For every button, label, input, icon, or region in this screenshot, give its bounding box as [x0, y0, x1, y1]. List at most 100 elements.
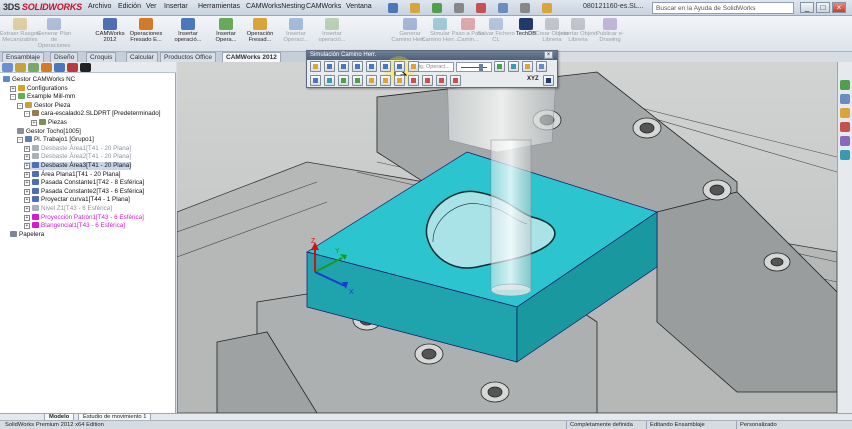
help-search-input[interactable]: Buscar en la Ayuda de SolidWorks — [652, 2, 794, 14]
cmd-operaci-n-fresad[interactable]: Operación Fresad... — [240, 18, 280, 52]
quick-access-icon[interactable] — [476, 3, 486, 13]
sim-display-button[interactable] — [338, 75, 349, 86]
cam-operation-tree-icon[interactable] — [67, 63, 78, 72]
sim-display-button[interactable] — [324, 75, 335, 86]
sim-view-button[interactable] — [494, 61, 505, 72]
tree-item[interactable]: + Proyectar curva1[T44 - 1 Plana] — [24, 196, 130, 204]
tree-item[interactable]: + Piezas — [31, 119, 67, 127]
tree-item[interactable]: - cara-escalado2.SLDPRT [Predeterminado] — [24, 110, 160, 118]
tree-item[interactable]: - Pl. Trabajo1 [Grupo1] — [17, 136, 94, 144]
tree-item[interactable]: + Blangencial1[T43 - 6 Esférica] — [24, 222, 125, 230]
sim-display-button[interactable] — [422, 75, 433, 86]
sim-view-button[interactable] — [536, 61, 547, 72]
configuration-manager-icon[interactable] — [28, 63, 39, 72]
quick-access-icon[interactable] — [520, 3, 530, 13]
quick-access-icon[interactable] — [498, 3, 508, 13]
sim-control-button[interactable] — [310, 61, 321, 72]
quick-access-icon[interactable] — [410, 3, 420, 13]
sim-view-button[interactable] — [543, 75, 554, 86]
sim-control-button[interactable] — [338, 61, 349, 72]
expand-icon[interactable]: + — [24, 223, 30, 230]
tree-item[interactable]: Papelera — [10, 230, 44, 239]
tree-item[interactable]: + Configurations — [10, 84, 68, 93]
tree-item[interactable]: - Gestor Pieza — [17, 101, 70, 110]
expand-icon[interactable]: + — [24, 154, 30, 161]
tree-item[interactable]: + Pasada Constante2[T43 - 6 Esférica] — [24, 187, 144, 196]
minimize-button[interactable]: _ — [800, 2, 814, 13]
tab-ensamblaje[interactable]: Ensamblaje — [2, 52, 44, 62]
sim-display-button[interactable] — [394, 75, 405, 86]
tree-item[interactable]: + Desbaste Área2[T41 - 20 Plana] — [24, 153, 131, 161]
app-logo[interactable]: 3DS SOLIDWORKS — [3, 2, 82, 14]
sim-control-button[interactable] — [352, 61, 363, 72]
menu-ver[interactable]: Ver — [146, 3, 157, 10]
nc-tree-icon[interactable] — [80, 63, 91, 72]
quick-access-icon[interactable] — [432, 3, 442, 13]
quick-access-icon[interactable] — [454, 3, 464, 13]
sim-view-button[interactable] — [508, 61, 519, 72]
tree-item[interactable]: + Nivel Z1[T43 - 6 Esférica] — [24, 205, 112, 213]
sim-display-button[interactable] — [436, 75, 447, 86]
sim-display-button[interactable] — [366, 75, 377, 86]
menu-insertar[interactable]: Insertar — [164, 3, 188, 10]
sim-close-button[interactable]: × — [544, 51, 553, 59]
expand-icon[interactable]: + — [24, 145, 30, 152]
tab-productos-office[interactable]: Productos Office — [160, 52, 216, 62]
maximize-button[interactable]: □ — [816, 2, 830, 13]
tab-dise-o[interactable]: Diseño — [50, 52, 79, 62]
sim-display-button[interactable] — [450, 75, 461, 86]
expand-icon[interactable]: + — [24, 197, 30, 204]
expand-icon[interactable]: + — [24, 171, 30, 178]
view-palette-icon[interactable] — [840, 136, 850, 146]
expand-icon[interactable]: + — [10, 85, 16, 92]
menu-camworksnesting[interactable]: CAMWorksNesting — [246, 3, 305, 10]
menu-herramientas[interactable]: Herramientas — [198, 3, 240, 10]
tree-item[interactable]: + Desbaste Área1[T41 - 20 Plana] — [24, 144, 131, 153]
sim-speed-slider[interactable] — [456, 62, 492, 72]
menu-edici-n[interactable]: Edición — [118, 3, 141, 10]
tree-item[interactable]: + Área Plana1[T41 - 20 Plana] — [24, 170, 120, 179]
tree-item[interactable]: Gestor Tocho[1005] — [17, 127, 81, 136]
feature-manager-icon[interactable] — [2, 63, 13, 72]
sim-control-button[interactable] — [380, 61, 391, 72]
design-library-icon[interactable] — [840, 94, 850, 104]
quick-access-icon[interactable] — [388, 3, 398, 13]
cmd-insertar-operaci[interactable]: Insertar Operaci... — [276, 18, 316, 52]
collapse-icon[interactable]: - — [17, 137, 23, 144]
sim-display-button[interactable] — [310, 75, 321, 86]
tree-item[interactable]: + Desbaste Área3[T41 - 20 Plana] — [24, 162, 131, 170]
expand-icon[interactable]: + — [31, 120, 37, 126]
resources-icon[interactable] — [840, 80, 850, 90]
appearances-icon[interactable] — [840, 150, 850, 160]
tab-calcular[interactable]: Calcular — [126, 52, 158, 62]
expand-icon[interactable]: + — [24, 163, 30, 169]
close-button[interactable]: × — [832, 2, 846, 13]
sim-control-button[interactable] — [324, 61, 335, 72]
file-explorer-icon[interactable] — [840, 108, 850, 118]
tree-item[interactable]: + Proyección Patrón1[T43 - 6 Esférica] — [24, 213, 144, 222]
menu-ventana[interactable]: Ventana — [346, 3, 372, 10]
menu-camworks[interactable]: CAMWorks — [306, 3, 341, 10]
cmd-operaciones-fresado-e[interactable]: Operaciones Fresado E... — [126, 18, 166, 52]
quick-access-icon[interactable] — [542, 3, 552, 13]
expand-icon[interactable]: + — [24, 214, 30, 221]
tree-item[interactable]: - Example Mill-mm — [10, 93, 75, 101]
collapse-icon[interactable]: - — [10, 94, 16, 101]
cmd-insertar-operaci[interactable]: Insertar operació... — [312, 18, 352, 52]
expand-icon[interactable]: + — [24, 188, 30, 195]
sim-view-button[interactable] — [522, 61, 533, 72]
menu-archivo[interactable]: Archivo — [88, 3, 111, 10]
sim-display-button[interactable] — [352, 75, 363, 86]
sim-control-button[interactable] — [394, 61, 405, 72]
cmd-publicar-e-drawing[interactable]: Publicar e-Drawing — [590, 18, 630, 52]
cmd-insertar-operaci[interactable]: Insertar operació... — [168, 18, 208, 52]
tree-item[interactable]: + Pasada Constante1[T42 - 8 Esférica] — [24, 179, 144, 187]
tab-camworks-2012[interactable]: CAMWorks 2012 — [222, 52, 281, 62]
search-icon[interactable] — [840, 122, 850, 132]
tab-croquis[interactable]: Croquis — [86, 52, 117, 62]
cmd-generar-plan-de-operaciones[interactable]: Generar Plan de Operaciones — [34, 18, 74, 52]
sim-control-button[interactable] — [408, 61, 419, 72]
dim-xpert-icon[interactable] — [41, 63, 52, 72]
collapse-icon[interactable]: - — [17, 102, 23, 109]
tree-item[interactable]: Gestor CAMWorks NC — [3, 76, 75, 84]
